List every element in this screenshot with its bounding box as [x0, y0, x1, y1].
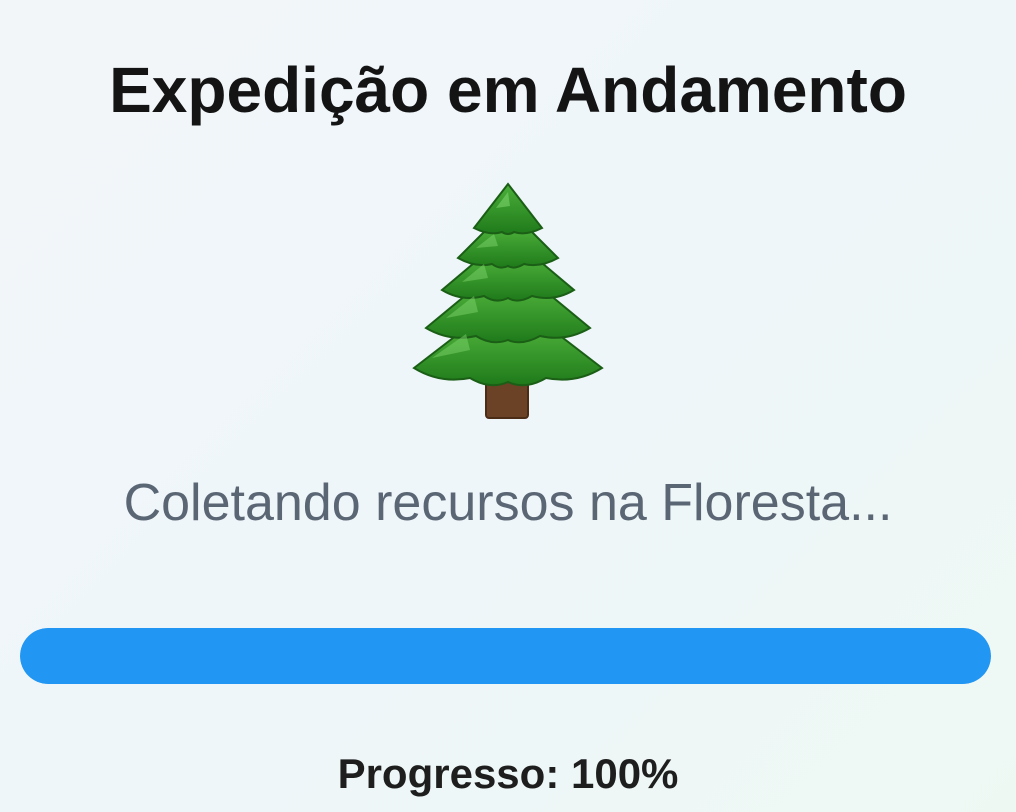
progress-bar-fill [20, 628, 991, 684]
progress-label: Progresso: 100% [0, 746, 1016, 802]
expedition-status-text: Coletando recursos na Floresta... [123, 474, 893, 532]
progress-bar [20, 628, 991, 684]
evergreen-tree-icon [406, 178, 610, 422]
page-title: Expedição em Andamento [109, 54, 907, 126]
progress-value: 100% [570, 750, 679, 797]
progress-label-prefix: Progresso: [337, 750, 571, 797]
